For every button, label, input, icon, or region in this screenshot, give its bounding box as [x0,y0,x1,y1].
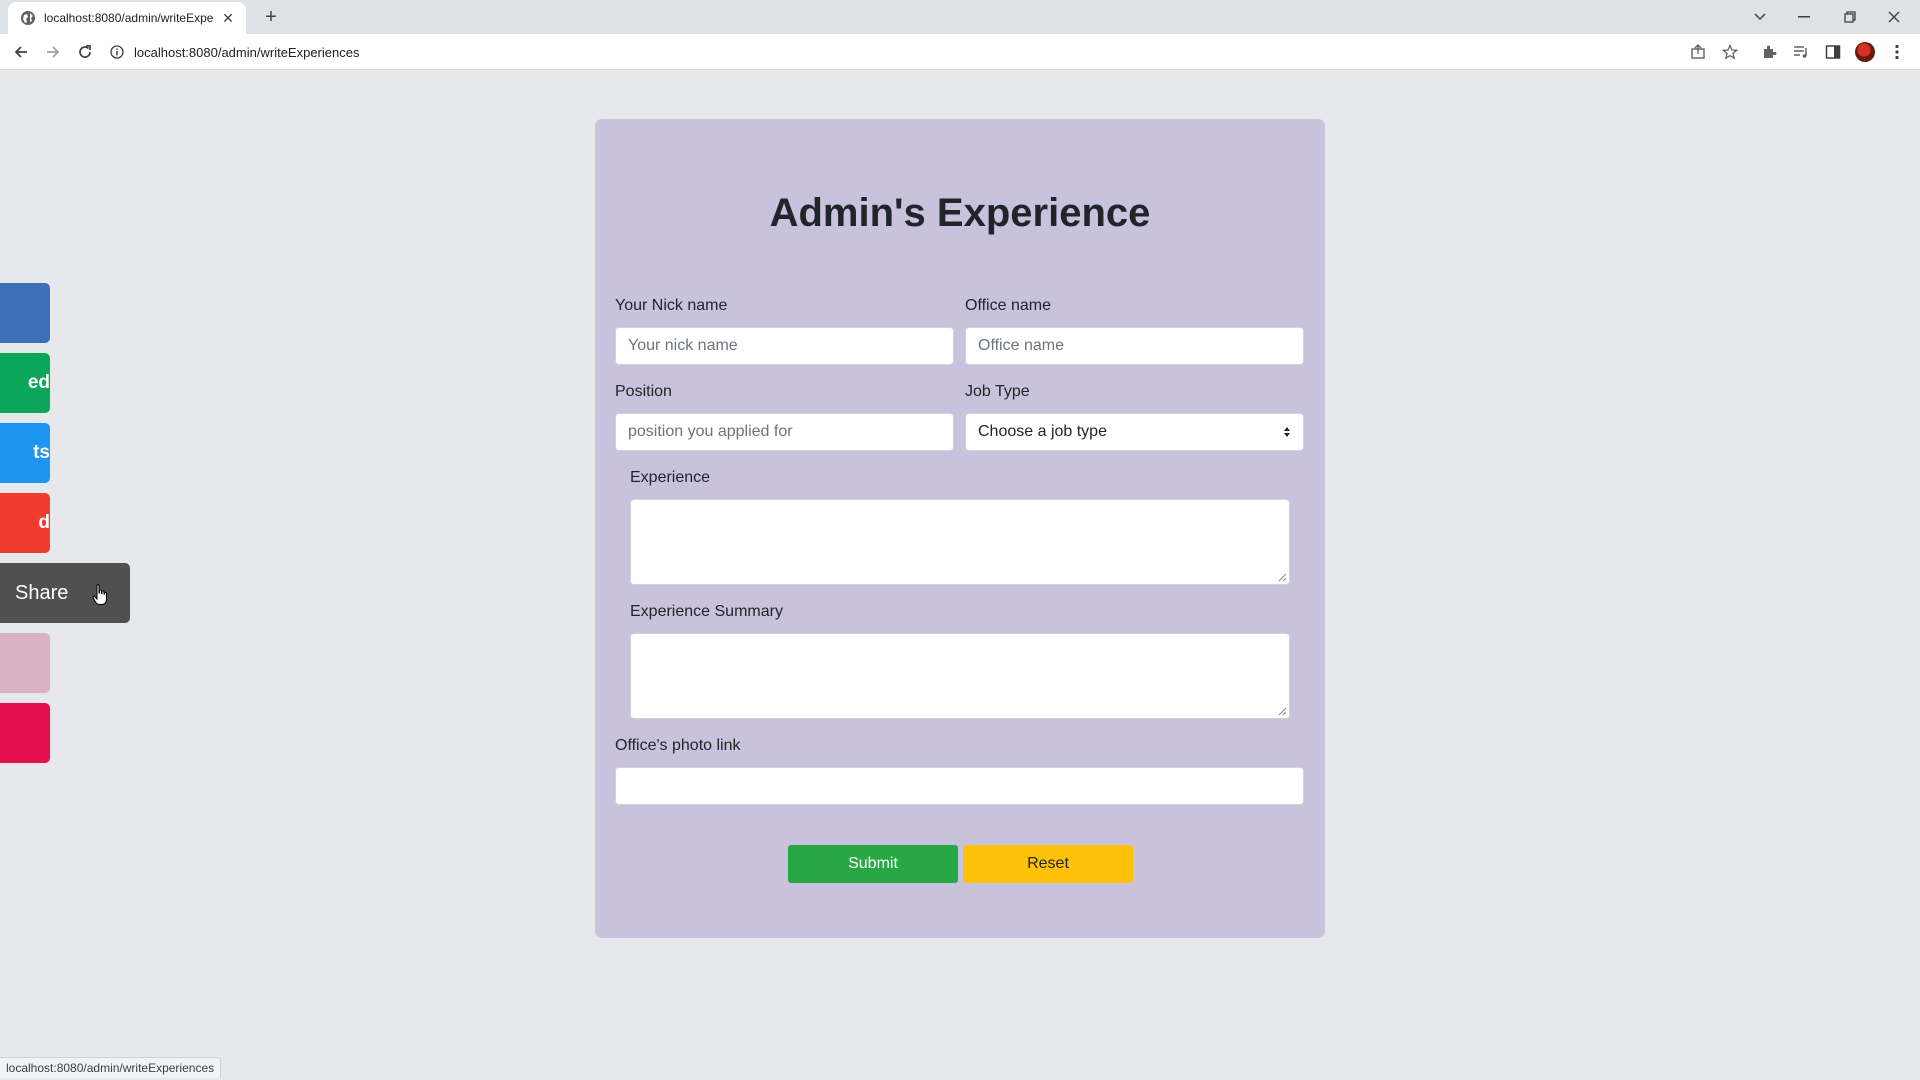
tab-title: localhost:8080/admin/writeExper [44,11,214,25]
experience-summary-label: Experience Summary [630,603,783,620]
experience-textarea[interactable] [630,499,1290,585]
reload-icon[interactable] [71,38,99,66]
site-info-icon[interactable] [110,45,124,59]
submit-button[interactable]: Submit [788,845,958,883]
extensions-puzzle-icon[interactable] [1757,40,1781,64]
nick-name-input[interactable] [615,327,954,365]
share-button-label: ed [27,372,50,393]
restore-icon[interactable] [1830,4,1870,30]
job-type-label: Job Type [965,383,1030,400]
globe-icon [21,11,35,25]
minimize-icon[interactable] [1784,4,1824,30]
page-title: Admin's Experience [769,191,1151,235]
url-text: localhost:8080/admin/writeExperiences [134,44,360,60]
tab-search-icon[interactable] [1740,4,1780,30]
share-button-label: d [38,512,50,533]
back-icon[interactable] [7,38,35,66]
experience-label: Experience [630,469,711,486]
hand-cursor-icon [92,584,107,605]
media-queue-icon[interactable] [1789,40,1813,64]
share-button-main[interactable]: Share [0,563,130,623]
address-bar[interactable]: localhost:8080/admin/writeExperiences [110,38,1770,66]
profile-avatar[interactable] [1853,40,1877,64]
share-page-icon[interactable] [1686,40,1710,64]
share-button-twitter[interactable]: ts [0,423,50,483]
side-panel-icon[interactable] [1821,40,1845,64]
browser-toolbar: localhost:8080/admin/writeExperiences [0,34,1920,70]
share-label: Share [15,581,69,604]
browser-tab[interactable]: localhost:8080/admin/writeExper ✕ [8,2,246,34]
share-button-pink[interactable] [0,633,50,693]
share-button-crimson[interactable] [0,703,50,763]
kebab-menu-icon[interactable] [1885,40,1909,64]
reset-button[interactable]: Reset [963,845,1133,883]
share-button-reddit[interactable]: d [0,493,50,553]
experience-summary-textarea[interactable] [630,633,1290,719]
share-button-linkedin[interactable]: ed [0,353,50,413]
browser-tabstrip: localhost:8080/admin/writeExper ✕ + [0,0,1920,34]
office-name-label: Office name [965,297,1051,314]
photo-link-label: Office's photo link [615,737,741,754]
tab-close-icon[interactable]: ✕ [220,10,236,27]
experience-form-card: Admin's Experience Your Nick name Office… [595,119,1325,938]
share-button-facebook[interactable] [0,283,50,343]
office-name-input[interactable] [965,327,1304,365]
forward-icon[interactable] [39,38,67,66]
job-type-selected: Choose a job type [978,423,1107,440]
close-window-icon[interactable] [1874,4,1914,30]
share-button-label: ts [33,442,50,463]
select-caret-icon [1283,426,1291,438]
nick-name-label: Your Nick name [615,297,728,314]
bookmark-star-icon[interactable] [1718,40,1742,64]
job-type-select[interactable]: Choose a job type [965,413,1304,451]
status-bar-url: localhost:8080/admin/writeExperiences [0,1057,222,1078]
resize-grip-icon[interactable] [1278,707,1287,716]
resize-grip-icon[interactable] [1278,573,1287,582]
new-tab-icon[interactable]: + [260,6,282,28]
photo-link-input[interactable] [615,767,1304,805]
position-input[interactable] [615,413,954,451]
position-label: Position [615,383,672,400]
